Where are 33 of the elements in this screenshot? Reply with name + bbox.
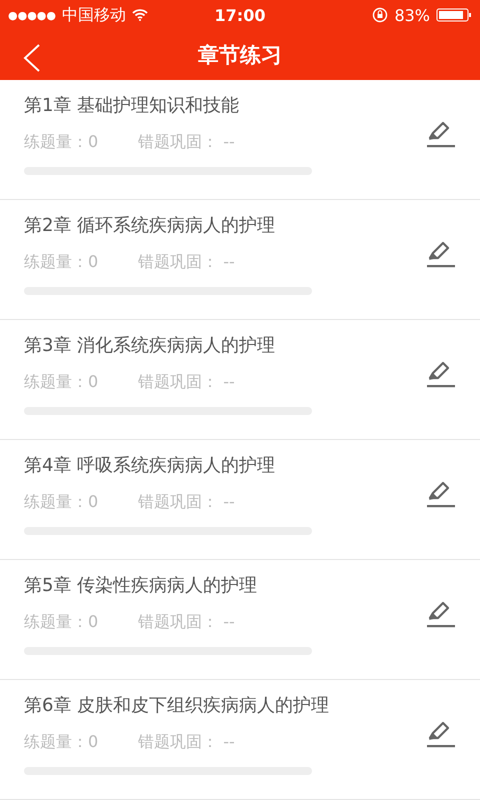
practice-count: 练题量：0	[24, 372, 98, 392]
wrong-review: 错题巩固： --	[138, 372, 235, 392]
rotation-lock-icon	[372, 7, 388, 24]
practice-count: 练题量：0	[24, 492, 98, 512]
carrier-name: 中国移动	[62, 4, 126, 26]
wrong-review: 错题巩固： --	[138, 612, 235, 632]
signal-strength: ●●●●●	[8, 8, 56, 22]
wifi-icon	[132, 9, 148, 22]
practice-count: 练题量：0	[24, 612, 98, 632]
practice-count: 练题量：0	[24, 132, 98, 152]
practice-count: 练题量：0	[24, 252, 98, 272]
chapter-row[interactable]: 第5章 传染性疾病病人的护理 练题量：0 错题巩固： --	[0, 560, 480, 680]
chapter-row[interactable]: 第6章 皮肤和皮下组织疾病病人的护理 练题量：0 错题巩固： --	[0, 680, 480, 800]
chapter-title: 第2章 循环系统疾病病人的护理	[24, 214, 276, 238]
chapter-title: 第6章 皮肤和皮下组织疾病病人的护理	[24, 694, 330, 718]
chapter-title: 第3章 消化系统疾病病人的护理	[24, 334, 276, 358]
chapter-row[interactable]: 第2章 循环系统疾病病人的护理 练题量：0 错题巩固： --	[0, 200, 480, 320]
wrong-review: 错题巩固： --	[138, 492, 235, 512]
chapter-row[interactable]: 第3章 消化系统疾病病人的护理 练题量：0 错题巩固： --	[0, 320, 480, 440]
back-icon[interactable]	[22, 43, 42, 74]
wrong-review: 错题巩固： --	[138, 252, 235, 272]
battery-percent: 83%	[394, 6, 430, 25]
wrong-review: 错题巩固： --	[138, 132, 235, 152]
practice-count: 练题量：0	[24, 732, 98, 752]
chapter-row[interactable]: 第1章 基础护理知识和技能 练题量：0 错题巩固： --	[0, 80, 480, 200]
chapter-title: 第5章 传染性疾病病人的护理	[24, 574, 258, 598]
page-title: 章节练习	[198, 42, 282, 70]
clock-time: 17:00	[214, 6, 266, 25]
wrong-review: 错题巩固： --	[138, 732, 235, 752]
chapter-title: 第4章 呼吸系统疾病病人的护理	[24, 454, 276, 478]
chapter-title: 第1章 基础护理知识和技能	[24, 94, 240, 118]
chapter-row[interactable]: 第4章 呼吸系统疾病病人的护理 练题量：0 错题巩固： --	[0, 440, 480, 560]
battery-icon	[436, 7, 472, 24]
